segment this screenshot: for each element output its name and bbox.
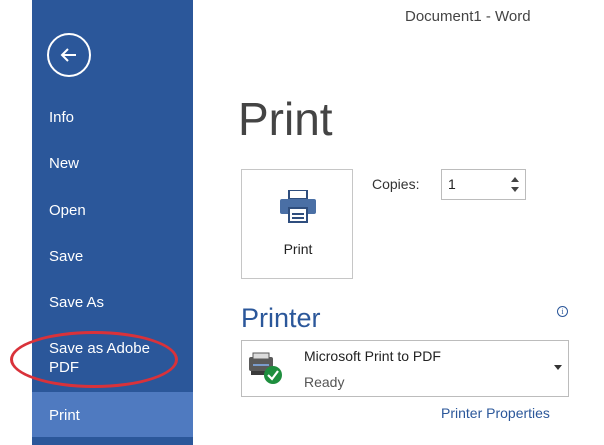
printer-name: Microsoft Print to PDF (304, 348, 441, 364)
chevron-down-icon (554, 365, 562, 370)
sidebar-item-save-as-adobe-pdf[interactable]: Save as Adobe PDF (32, 339, 162, 377)
back-arrow-icon (60, 48, 76, 62)
word-backstage-print-view: Info New Open Save Save As Save as Adobe… (0, 0, 604, 445)
sidebar-item-info[interactable]: Info (32, 108, 193, 127)
copies-decrement-arrow-icon[interactable] (511, 187, 519, 192)
sidebar-item-print[interactable]: Print (32, 392, 193, 437)
backstage-sidebar: Info New Open Save Save As Save as Adobe… (0, 0, 193, 445)
copies-input[interactable] (448, 176, 498, 192)
printer-section-title: Printer (241, 303, 321, 333)
sidebar-item-new[interactable]: New (32, 154, 193, 173)
sidebar-item-save-as[interactable]: Save As (32, 293, 193, 312)
copies-label: Copies: (372, 176, 420, 192)
window-title: Document1 - Word (405, 8, 531, 25)
sidebar-item-open[interactable]: Open (32, 201, 193, 220)
window-left-edge (0, 0, 32, 445)
print-button[interactable]: Print (241, 169, 353, 279)
printer-dropdown[interactable]: Microsoft Print to PDF Ready (241, 340, 569, 397)
printer-icon (280, 190, 316, 223)
back-button[interactable] (47, 33, 91, 77)
copies-stepper[interactable] (441, 169, 526, 200)
sidebar-nav-area: Info New Open Save Save As Save as Adobe… (32, 0, 193, 445)
print-button-label: Print (283, 241, 313, 257)
printer-ready-icon (249, 352, 282, 384)
page-title: Print (238, 93, 333, 145)
printer-properties-link[interactable]: Printer Properties (441, 405, 550, 421)
sidebar-item-save[interactable]: Save (32, 247, 193, 266)
printer-status: Ready (304, 374, 345, 390)
copies-increment-arrow-icon[interactable] (511, 177, 519, 182)
info-icon[interactable]: i (557, 306, 568, 317)
